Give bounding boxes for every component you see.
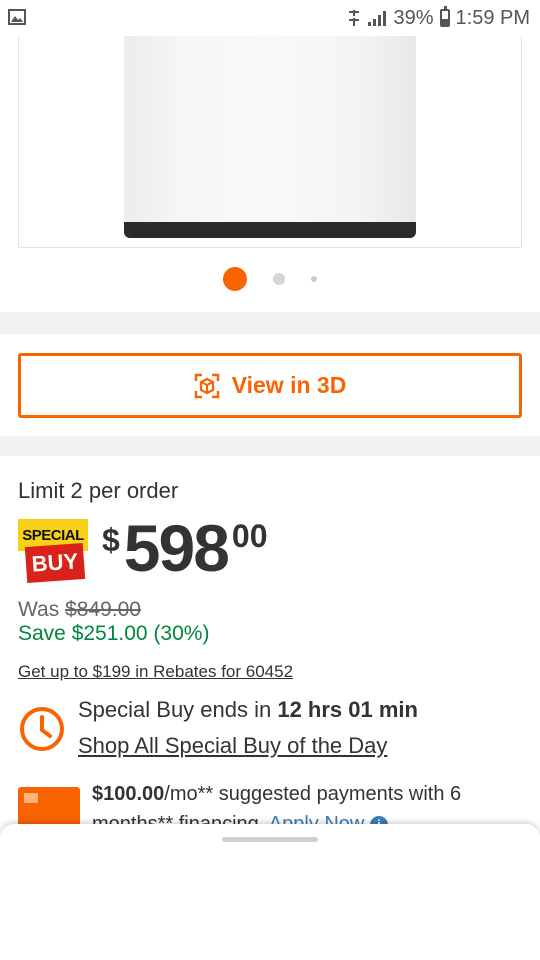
3d-view-icon: [194, 373, 219, 398]
section-divider: [0, 436, 540, 456]
product-image-card[interactable]: [18, 36, 522, 248]
price-currency: $: [102, 522, 120, 558]
special-buy-badge: SPECIAL BUY: [18, 519, 90, 583]
carousel-indicator: [0, 266, 540, 292]
credit-card-icon: [18, 787, 80, 829]
savings-text: Save $251.00 (30%): [18, 622, 210, 645]
carousel-dot-1[interactable]: [223, 267, 247, 291]
status-bar: 39% 1:59 PM: [0, 0, 540, 36]
section-divider: [0, 312, 540, 334]
bottom-sheet-handle[interactable]: [222, 837, 318, 842]
deal-timer: 12 hrs 01 min: [277, 697, 418, 722]
price: $ 598 00: [102, 512, 268, 584]
carousel-dot-3[interactable]: [311, 276, 317, 282]
deal-prefix: Special Buy ends in: [78, 697, 278, 722]
battery-percent: 39%: [393, 6, 434, 29]
financing-amount: $100.00: [92, 783, 165, 805]
shop-special-buy-link[interactable]: Shop All Special Buy of the Day: [78, 733, 387, 759]
signal-icon: [368, 11, 387, 26]
rebates-link[interactable]: Get up to $199 in Rebates for 60452: [18, 662, 293, 682]
data-transfer-icon: [349, 10, 360, 26]
carousel-dot-2[interactable]: [273, 273, 285, 285]
gallery-icon: [8, 9, 26, 25]
view-in-3d-label: View in 3D: [231, 372, 347, 398]
deal-countdown: Special Buy ends in 12 hrs 01 min: [78, 697, 418, 723]
bottom-sheet[interactable]: [0, 824, 540, 960]
was-price: Was $849.00: [18, 598, 141, 622]
view-in-3d-button[interactable]: View in 3D: [18, 353, 522, 418]
order-limit: Limit 2 per order: [18, 478, 179, 503]
price-cents: 00: [231, 518, 268, 554]
was-price-value: $849.00: [65, 598, 141, 621]
battery-icon: [439, 6, 450, 27]
clock-time: 1:59 PM: [455, 6, 530, 29]
status-right: 39% 1:59 PM: [347, 6, 530, 30]
clock-icon: [20, 707, 64, 751]
price-dollars: 598: [123, 511, 230, 585]
badge-bottom-text: BUY: [24, 543, 86, 583]
product-image-base: [124, 222, 416, 238]
was-label: Was: [18, 598, 66, 621]
product-image: [124, 36, 416, 224]
